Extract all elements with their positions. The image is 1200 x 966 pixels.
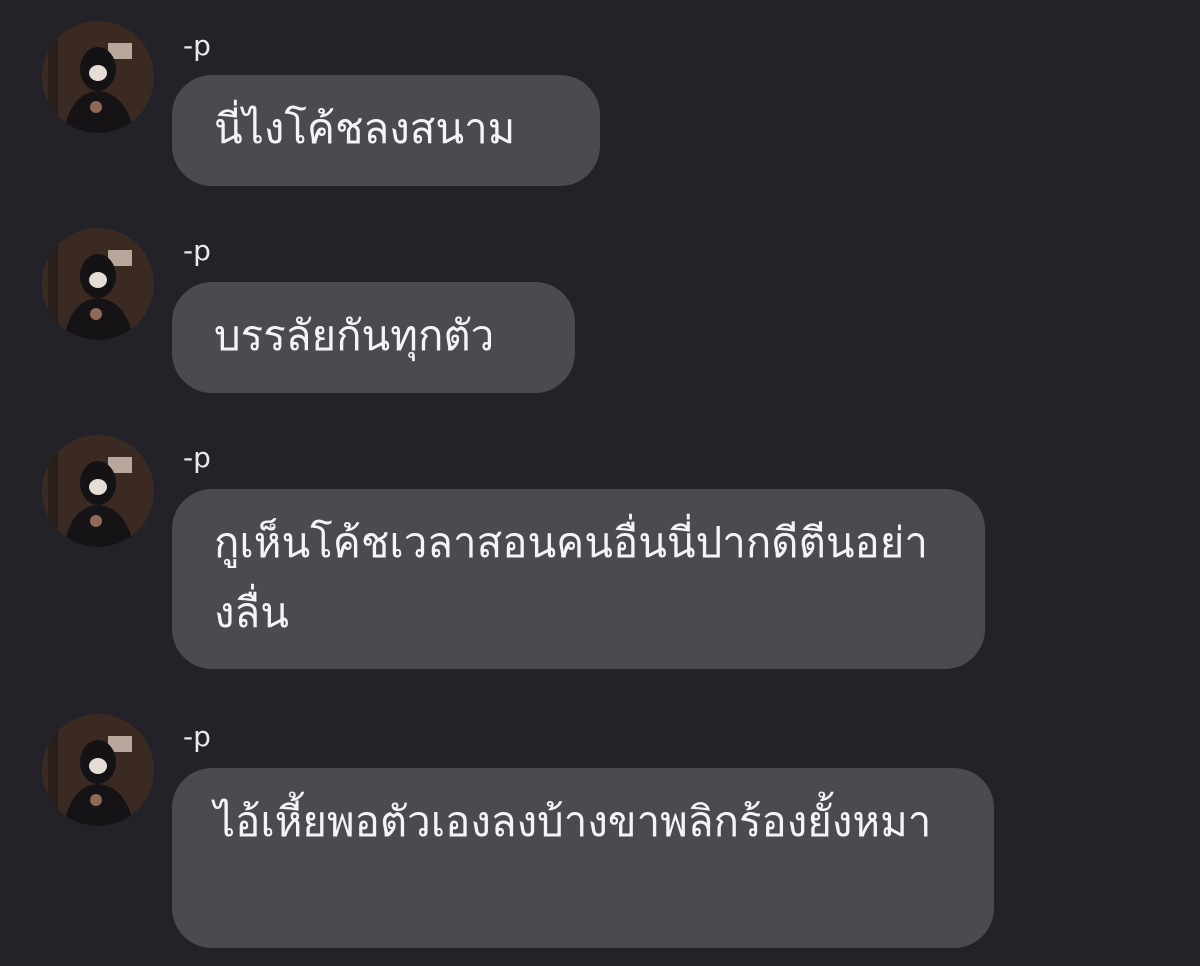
- chat-thread: -p นี่ไงโค้ชลงสนาม -p บรรลัยกันทุกตัว -p…: [0, 0, 1200, 966]
- avatar-icon[interactable]: [42, 21, 154, 133]
- avatar-icon[interactable]: [42, 435, 154, 547]
- message-bubble[interactable]: บรรลัยกันทุกตัว: [172, 282, 575, 393]
- sender-name: -p: [183, 29, 211, 62]
- avatar-icon[interactable]: [42, 228, 154, 340]
- message-bubble[interactable]: กูเห็นโค้ชเวลาสอนคนอื่นนี่ปากดีตีนอย่างล…: [172, 489, 985, 669]
- message-bubble[interactable]: ไอ้เหี้ยพอตัวเองลงบ้างขาพลิกร้องยั้งหมา: [172, 768, 994, 948]
- message-bubble[interactable]: นี่ไงโค้ชลงสนาม: [172, 75, 600, 186]
- avatar-icon[interactable]: [42, 714, 154, 826]
- sender-name: -p: [183, 720, 211, 753]
- sender-name: -p: [183, 441, 211, 474]
- sender-name: -p: [183, 234, 211, 267]
